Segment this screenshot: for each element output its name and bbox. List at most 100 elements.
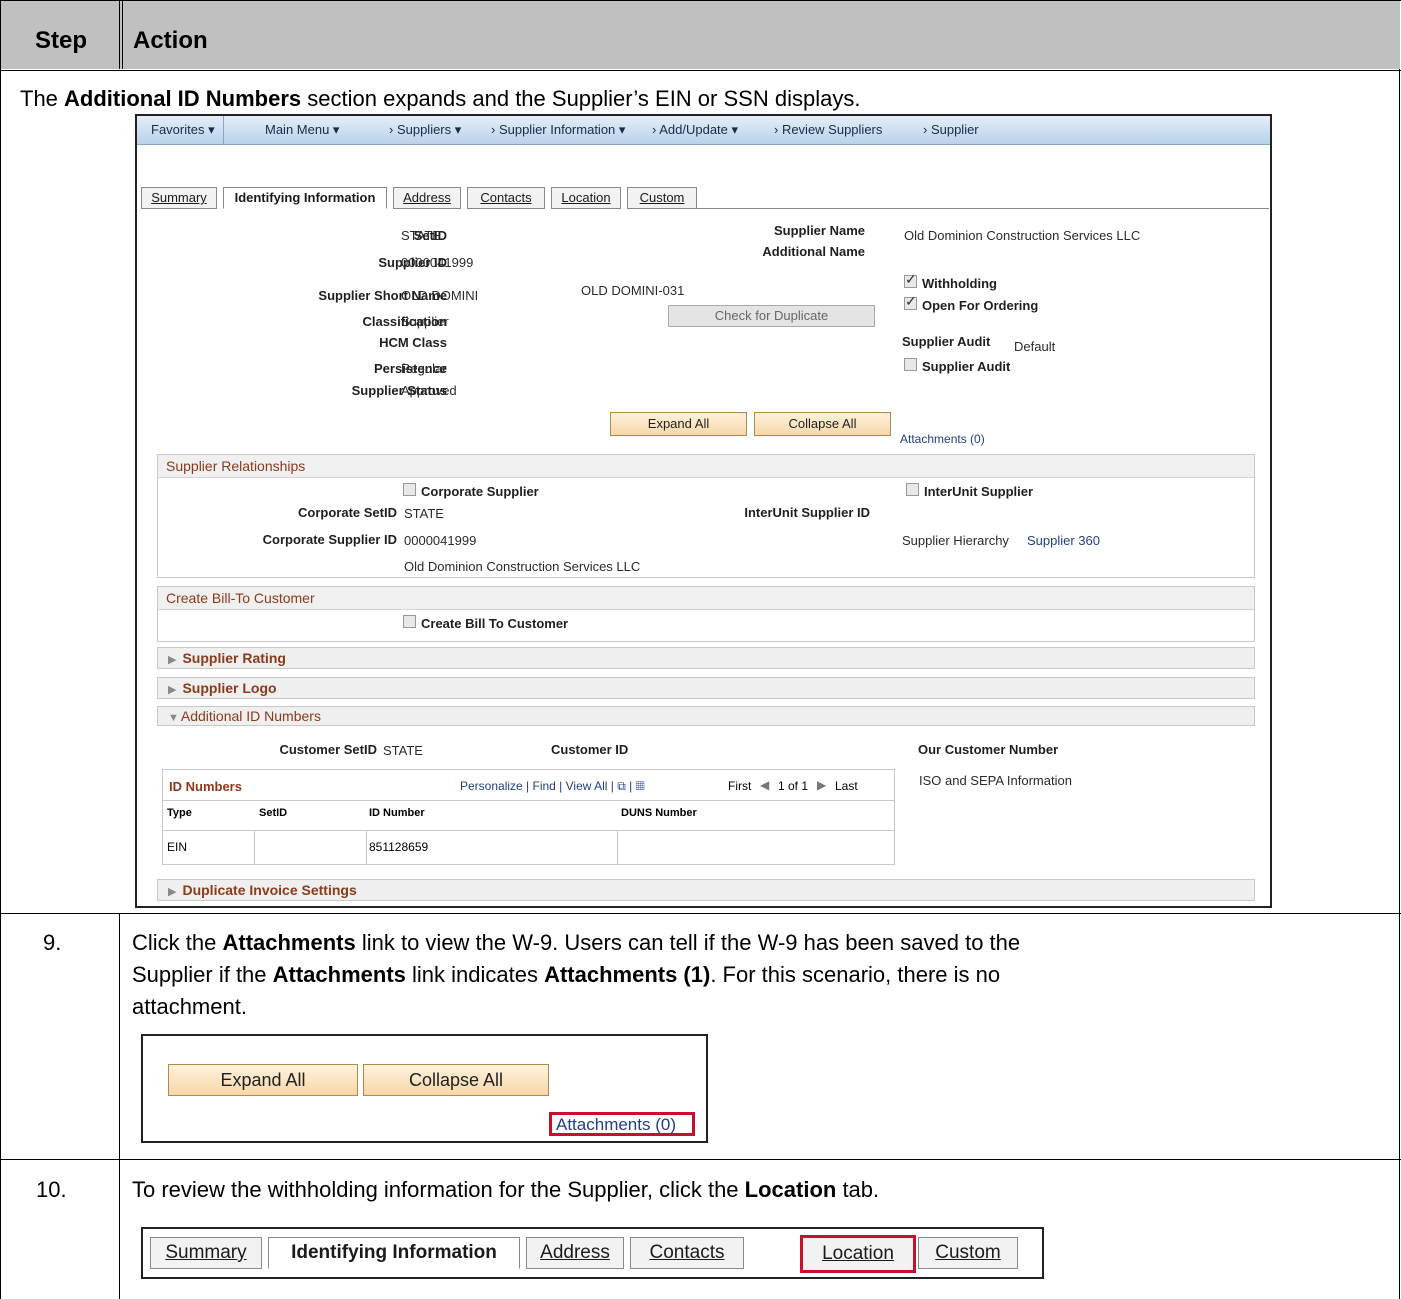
supplier-360-link[interactable]: Supplier 360 [1027, 533, 1100, 548]
open-for-ordering-checkbox[interactable] [904, 293, 917, 310]
supplier-audit-checkbox[interactable] [904, 358, 917, 371]
tab-identifying-information-zoom[interactable]: Identifying Information [268, 1237, 520, 1269]
supplier-audit-checkbox-label: Supplier Audit [922, 359, 1011, 374]
collapsed-triangle-icon: ▶ [168, 684, 177, 696]
tab-summary[interactable]: Summary [141, 187, 217, 209]
column-header-setid: SetID [259, 807, 288, 819]
create-bill-to-label: Create Bill To Customer [421, 616, 569, 631]
tab-contacts-zoom[interactable]: Contacts [630, 1237, 744, 1269]
id-numbers-grid-title: ID Numbers [169, 779, 242, 794]
id-numbers-grid: ID Numbers Personalize | Find | View All… [162, 769, 895, 865]
collapse-all-button-zoom[interactable]: Collapse All [363, 1064, 549, 1096]
supplier-hierarchy-label: Supplier Hierarchy [902, 533, 1009, 548]
interunit-supplier-label: InterUnit Supplier [924, 484, 1034, 499]
supplier-status-value: Approved [401, 383, 457, 398]
column-header-type: Type [167, 807, 192, 819]
step-9-text-line-2: Supplier if the Attachments link indicat… [132, 962, 1001, 987]
tab-address-zoom[interactable]: Address [526, 1237, 624, 1269]
step-9-text-line-1: Click the Attachments link to view the W… [132, 930, 1021, 955]
nav-add-update[interactable]: › Add/Update ▾ [652, 122, 738, 138]
grid-row-count: 1 of 1 [778, 779, 809, 793]
corporate-supplier-label: Corporate Supplier [421, 484, 539, 499]
create-bill-to-checkbox[interactable] [403, 615, 416, 628]
row-id-number: 851128659 [369, 840, 429, 854]
create-bill-to-title: Create Bill-To Customer [158, 587, 1254, 610]
tab-location-zoom[interactable]: Location [800, 1235, 916, 1273]
navigation-bar: Favorites ▾ Main Menu ▾ › Suppliers ▾ › … [137, 116, 1270, 145]
tab-custom-zoom[interactable]: Custom [918, 1237, 1018, 1269]
expand-all-button-zoom[interactable]: Expand All [168, 1064, 358, 1096]
nav-main-menu[interactable]: Main Menu ▾ [265, 122, 339, 138]
table-border-row9 [0, 913, 1401, 914]
persistence-value: Regular [401, 361, 447, 376]
supplier-name-label: Supplier Name [773, 223, 865, 238]
supplier-relationships-title: Supplier Relationships [158, 455, 1254, 478]
grid-first-link[interactable]: First [728, 779, 751, 793]
nav-review-suppliers[interactable]: › Review Suppliers [774, 122, 882, 137]
supplier-logo-section[interactable]: ▶ Supplier Logo [157, 677, 1255, 699]
supplier-page-screenshot: Favorites ▾ Main Menu ▾ › Suppliers ▾ › … [135, 114, 1272, 908]
expand-all-button[interactable]: Expand All [610, 412, 747, 436]
supplier-audit-value: Default [1014, 339, 1056, 354]
nav-supplier[interactable]: › Supplier [923, 122, 979, 137]
check-for-duplicate-button[interactable]: Check for Duplicate [668, 305, 875, 327]
nav-favorites[interactable]: Favorites ▾ [151, 122, 215, 138]
tab-custom[interactable]: Custom [627, 187, 697, 209]
step-10-number: 10. [36, 1177, 67, 1202]
setid-value: STATE [401, 228, 441, 243]
interunit-supplier-checkbox[interactable] [906, 483, 919, 496]
create-bill-to-group: Create Bill-To Customer [157, 586, 1255, 642]
step-9-text-line-3: attachment. [132, 994, 247, 1019]
supplier-id-value: 0000041999 [401, 255, 474, 270]
customer-id-label: Customer ID [551, 742, 629, 757]
tabs-zoom-screenshot: Summary Identifying Information Address … [141, 1227, 1044, 1279]
document-page: Step Action The Additional ID Numbers se… [0, 0, 1401, 1299]
next-row-icon[interactable]: ▶ [817, 778, 826, 792]
column-header-duns-number: DUNS Number [621, 807, 697, 819]
grid-toolbar[interactable]: Personalize | Find | View All | ⧉ | ▦ [460, 779, 645, 794]
supplier-short-name-value: OLD DOMINI [401, 288, 479, 303]
grid-last-link[interactable]: Last [835, 779, 858, 793]
customer-setid-value: STATE [383, 743, 423, 758]
nav-supplier-information[interactable]: › Supplier Information ▾ [491, 122, 625, 138]
table-border-row10 [0, 1159, 1401, 1160]
withholding-checkbox[interactable] [904, 271, 917, 288]
tab-contacts[interactable]: Contacts [467, 187, 545, 209]
corporate-setid-label: Corporate SetID [298, 505, 397, 520]
tab-identifying-information[interactable]: Identifying Information [223, 187, 387, 209]
supplier-audit-label: Supplier Audit [902, 334, 991, 349]
table-header: Step Action [1, 1, 1400, 69]
interunit-supplier-id-label: InterUnit Supplier ID [744, 505, 870, 520]
table-border-header [0, 70, 1401, 71]
corporate-supplier-id-label: Corporate Supplier ID [262, 532, 397, 547]
attachments-link-zoom[interactable]: Attachments (0) [556, 1115, 676, 1135]
supplier-rating-section[interactable]: ▶ Supplier Rating [157, 647, 1255, 669]
supplier-short-name-suffix: OLD DOMINI-031 [581, 283, 685, 298]
corporate-setid-value: STATE [404, 506, 444, 521]
tab-address[interactable]: Address [393, 187, 461, 209]
action-column-header: Action [133, 27, 208, 54]
additional-name-label: Additional Name [762, 244, 865, 259]
duplicate-invoice-settings-section[interactable]: ▶ Duplicate Invoice Settings [157, 879, 1255, 901]
our-customer-number-label: Our Customer Number [918, 742, 1059, 757]
column-header-id-number: ID Number [369, 807, 425, 819]
iso-sepa-information-label: ISO and SEPA Information [919, 773, 1072, 788]
nav-suppliers[interactable]: › Suppliers ▾ [389, 122, 461, 138]
attachments-link[interactable]: Attachments (0) [900, 432, 985, 446]
collapsed-triangle-icon: ▶ [168, 654, 177, 666]
step-10-text: To review the withholding information fo… [132, 1177, 880, 1202]
hcm-class-label: HCM Class [379, 335, 447, 350]
table-border-right [1399, 0, 1400, 1299]
table-border-left [0, 0, 1, 1299]
corporate-supplier-checkbox[interactable] [403, 483, 416, 496]
supplier-name-value: Old Dominion Construction Services LLC [904, 228, 1141, 243]
collapse-all-button[interactable]: Collapse All [754, 412, 891, 436]
intro-text: The Additional ID Numbers section expand… [20, 86, 861, 111]
previous-row-icon[interactable]: ◀ [760, 778, 769, 792]
tab-location[interactable]: Location [551, 187, 621, 209]
step-9-number: 9. [43, 930, 62, 955]
tab-summary-zoom[interactable]: Summary [150, 1237, 262, 1269]
additional-id-numbers-section[interactable]: ▼ Additional ID Numbers [157, 706, 1255, 726]
corporate-supplier-name: Old Dominion Construction Services LLC [404, 559, 641, 574]
table-border-col [119, 913, 120, 1299]
